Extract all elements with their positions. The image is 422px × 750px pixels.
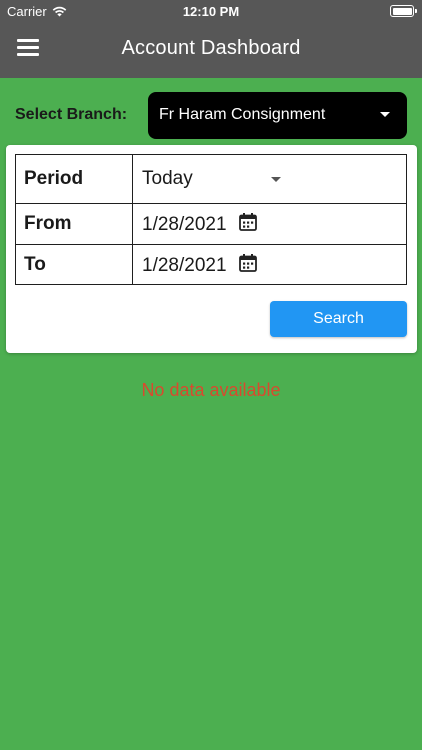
from-label: From [15, 203, 133, 245]
status-bar: Carrier 12:10 PM [0, 0, 422, 22]
battery-icon [390, 5, 417, 17]
to-date-field[interactable]: 1/28/2021 [132, 244, 407, 285]
from-row: From 1/28/2021 [15, 203, 407, 245]
filter-card: Period Today From 1/28/2021 To 1/28/2021… [6, 145, 417, 353]
branch-dropdown[interactable]: Fr Haram Consignment [148, 92, 407, 139]
calendar-icon[interactable] [238, 253, 258, 273]
period-dropdown[interactable]: Today [132, 154, 407, 204]
filter-table: Period Today From 1/28/2021 To 1/28/2021 [15, 154, 407, 285]
to-label: To [15, 244, 133, 285]
period-value: Today [142, 168, 193, 189]
empty-state-message: No data available [141, 380, 281, 400]
caret-down-icon [271, 177, 281, 182]
search-button[interactable]: Search [270, 301, 407, 337]
to-row: To 1/28/2021 [15, 244, 407, 285]
app-bar: Account Dashboard [0, 22, 422, 78]
page-title: Account Dashboard [121, 37, 301, 59]
branch-label: Select Branch: [15, 106, 128, 123]
period-label: Period [15, 154, 133, 204]
clock: 12:10 PM [182, 4, 240, 19]
from-date-value: 1/28/2021 [142, 214, 227, 235]
chevron-down-icon [380, 112, 390, 117]
calendar-icon[interactable] [238, 212, 258, 232]
period-row: Period Today [15, 154, 407, 204]
from-date-field[interactable]: 1/28/2021 [132, 203, 407, 245]
branch-selected-value: Fr Haram Consignment [159, 106, 326, 123]
to-date-value: 1/28/2021 [142, 254, 227, 276]
